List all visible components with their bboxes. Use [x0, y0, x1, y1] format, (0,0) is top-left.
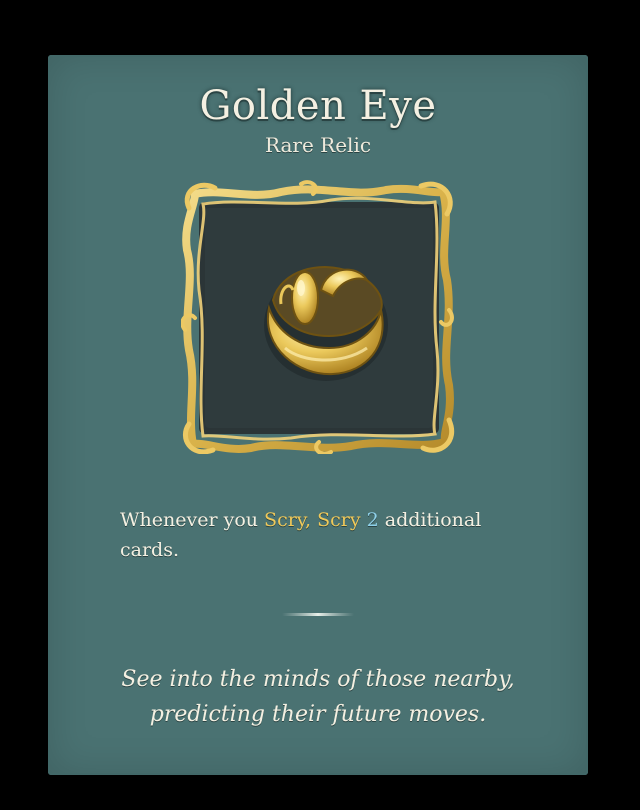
description-separator: , [305, 509, 318, 531]
relic-flavor-text: See into the minds of those nearby, pred… [121, 667, 515, 727]
divider-line-icon [282, 613, 354, 616]
relic-rarity: Rare Relic [264, 133, 372, 157]
scry-keyword: Scry [317, 509, 361, 531]
scry-keyword: Scry [264, 509, 305, 531]
relic-description: Whenever you Scry, Scry 2 additional car… [120, 505, 540, 565]
description-text: Whenever you [120, 509, 265, 531]
relic-tooltip-panel: Golden Eye Rare Relic Whenever you Scry,… [48, 55, 588, 775]
golden-eye-icon [264, 266, 388, 381]
relic-title: Golden Eye [199, 83, 437, 129]
relic-portrait-frame [181, 180, 455, 454]
scry-amount: 2 [366, 509, 379, 531]
ornate-gold-frame-icon [181, 180, 455, 454]
